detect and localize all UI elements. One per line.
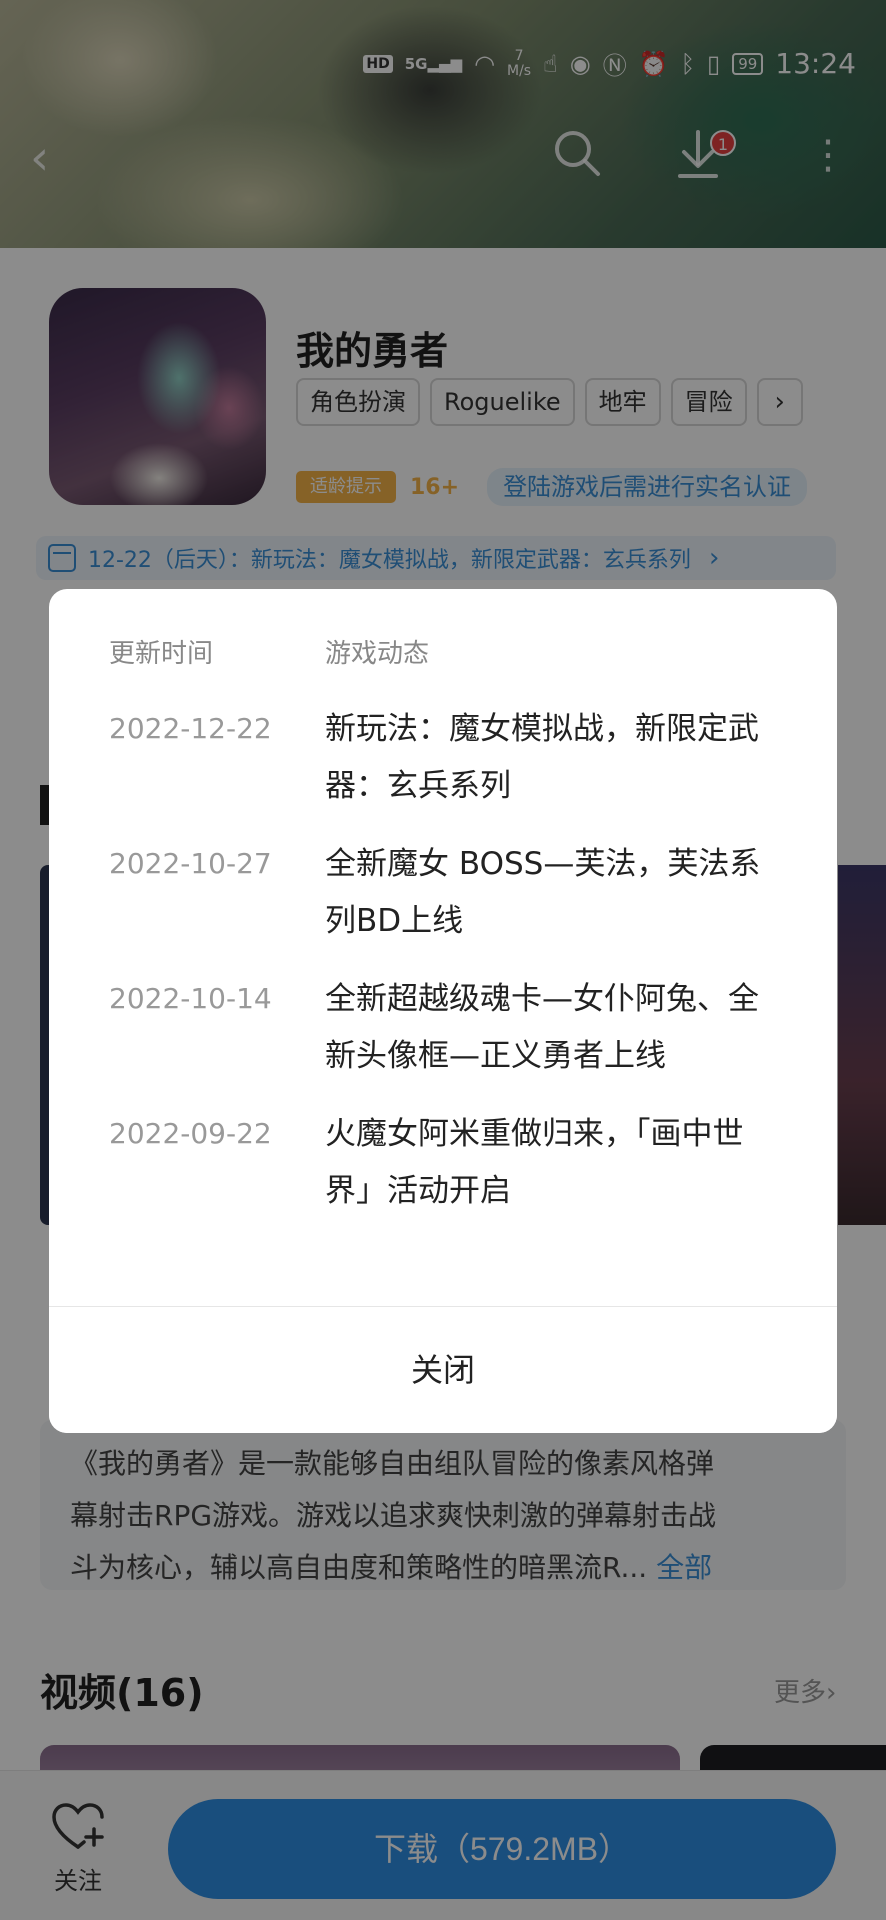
update-text: 新玩法：魔女模拟战，新限定武器：玄兵系列 — [325, 711, 759, 804]
update-row: 2022-09-22 火魔女阿米重做归来，「画中世界」活动开启 — [109, 1116, 789, 1220]
close-button[interactable]: 关闭 — [49, 1307, 837, 1433]
update-row: 2022-10-14 全新超越级魂卡—女仆阿兔、全新头像框—正义勇者上线 — [109, 981, 789, 1085]
header-game-news: 游戏动态 — [325, 639, 430, 669]
update-date: 2022-10-27 — [109, 847, 272, 880]
update-row: 2022-12-22 新玩法：魔女模拟战，新限定武器：玄兵系列 — [109, 711, 789, 815]
update-date: 2022-12-22 — [109, 712, 272, 745]
update-date: 2022-10-14 — [109, 982, 272, 1015]
update-text: 火魔女阿米重做归来，「画中世界」活动开启 — [325, 1116, 744, 1209]
update-row: 2022-10-27 全新魔女 BOSS—芙法，芙法系列BD上线 — [109, 846, 789, 950]
update-list: 2022-12-22 新玩法：魔女模拟战，新限定武器：玄兵系列 2022-10-… — [109, 711, 789, 1251]
update-history-dialog: 更新时间 游戏动态 2022-12-22 新玩法：魔女模拟战，新限定武器：玄兵系… — [49, 589, 837, 1433]
update-text: 全新魔女 BOSS—芙法，芙法系列BD上线 — [325, 846, 761, 939]
dialog-header: 更新时间 游戏动态 — [109, 633, 779, 670]
update-text: 全新超越级魂卡—女仆阿兔、全新头像框—正义勇者上线 — [325, 981, 759, 1074]
update-date: 2022-09-22 — [109, 1117, 272, 1150]
header-update-time: 更新时间 — [109, 639, 214, 669]
